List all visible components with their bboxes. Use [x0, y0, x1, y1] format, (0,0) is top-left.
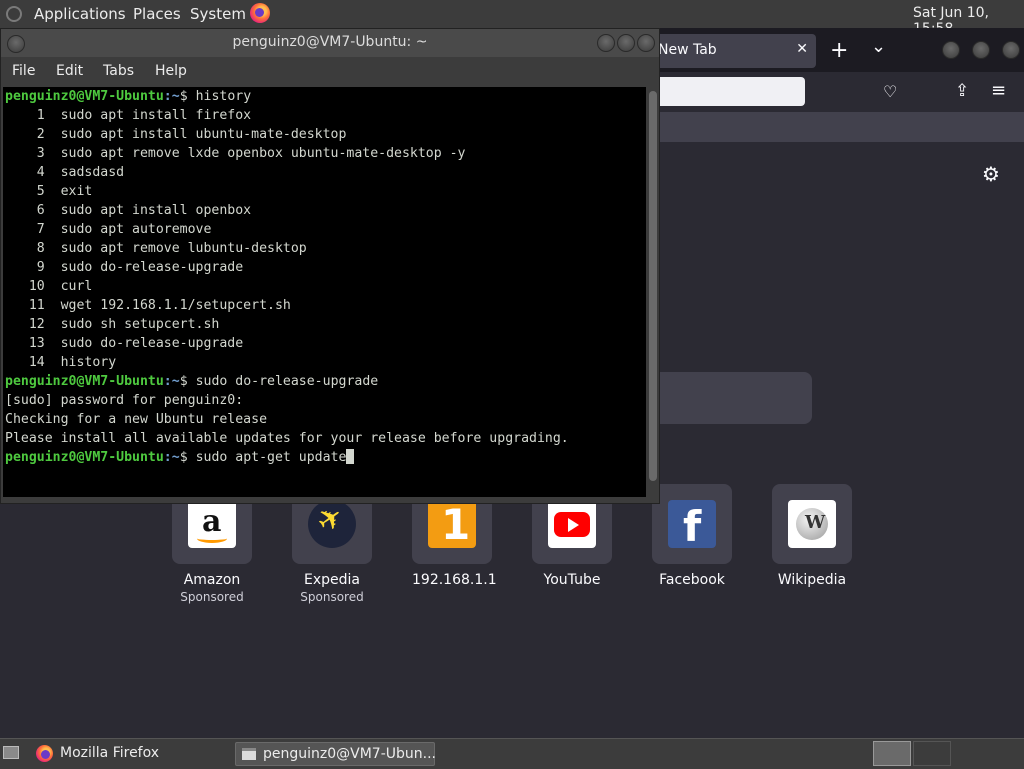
taskbar-terminal[interactable]: penguinz0@VM7-Ubun... [235, 742, 436, 766]
top-site-facebook[interactable]: f Facebook [652, 484, 732, 588]
taskbar-label: penguinz0@VM7-Ubun... [263, 746, 436, 762]
bottom-panel: Mozilla Firefox penguinz0@VM7-Ubun... [0, 738, 1024, 769]
top-site-wikipedia[interactable]: W Wikipedia [772, 484, 852, 588]
bookmarks-toolbar [650, 112, 1024, 142]
show-desktop-icon[interactable] [3, 746, 19, 759]
prompt-symbol: $ [179, 374, 188, 389]
prompt-symbol: $ [179, 450, 188, 465]
terminal-titlebar[interactable]: penguinz0@VM7-Ubuntu: ~ [1, 29, 659, 57]
places-menu[interactable]: Places [133, 5, 181, 23]
taskbar-label: Mozilla Firefox [60, 745, 160, 761]
prompt-path: :~ [163, 89, 180, 104]
output-line: [sudo] password for penguinz0: [5, 393, 244, 408]
prompt-path: :~ [163, 450, 180, 465]
scrollbar-thumb[interactable] [649, 91, 657, 481]
sponsored-label: Sponsored [180, 590, 244, 604]
sponsored-label: Sponsored [300, 590, 364, 604]
search-box[interactable] [650, 372, 812, 424]
tab-label: New Tab [658, 42, 717, 58]
pocket-icon[interactable]: ♡ [883, 82, 897, 101]
history-line: 4 sadsdasd [5, 165, 125, 180]
facebook-icon: f [668, 500, 716, 548]
terminal-title: penguinz0@VM7-Ubuntu: ~ [232, 34, 428, 50]
youtube-icon [548, 500, 596, 548]
url-bar[interactable] [650, 77, 805, 106]
text-cursor [346, 449, 355, 464]
prompt-user: penguinz0@VM7-Ubuntu [5, 374, 164, 389]
command-text: history [195, 89, 252, 104]
site-tile: f [652, 484, 732, 564]
prompt-path: :~ [163, 374, 180, 389]
site-name: Facebook [659, 572, 725, 588]
history-line: 14 history [5, 355, 117, 370]
workspace-switcher[interactable] [873, 741, 911, 766]
history-line: 13 sudo do-release-upgrade [5, 336, 244, 351]
minimize-icon[interactable] [942, 41, 960, 59]
history-line: 10 curl [5, 279, 93, 294]
taskbar-firefox[interactable]: Mozilla Firefox [34, 742, 224, 766]
terminal-menubar: File Edit Tabs Help [1, 57, 659, 87]
top-panel: Applications Places System Sat Jun 10, 1… [0, 0, 1024, 37]
prompt-line: penguinz0@VM7-Ubuntu:~$ history [3, 87, 646, 106]
history-line: 1 sudo apt install firefox [5, 108, 252, 123]
terminal-window[interactable]: penguinz0@VM7-Ubuntu: ~ File Edit Tabs H… [0, 28, 660, 504]
terminal-output[interactable]: penguinz0@VM7-Ubuntu:~$ history 1 sudo a… [3, 87, 646, 497]
prompt-symbol: $ [179, 89, 188, 104]
menu-file[interactable]: File [12, 63, 35, 79]
tab-list-icon[interactable]: ⌄ [871, 36, 886, 57]
history-line: 7 sudo apt autoremove [5, 222, 212, 237]
prompt-line: penguinz0@VM7-Ubuntu:~$ sudo do-release-… [3, 372, 646, 391]
expedia-icon: ✈ [308, 500, 356, 548]
tab-new-tab[interactable]: New Tab ✕ [650, 34, 816, 68]
firefox-launcher-icon[interactable] [250, 3, 270, 23]
history-line: 11 wget 192.168.1.1/setupcert.sh [5, 298, 291, 313]
menu-help[interactable]: Help [155, 63, 187, 79]
system-menu[interactable]: System [190, 5, 246, 23]
terminal-icon [242, 748, 256, 760]
site-name: Wikipedia [777, 572, 847, 588]
close-tab-icon[interactable]: ✕ [796, 41, 808, 57]
maximize-icon[interactable] [972, 41, 990, 59]
command-input[interactable]: sudo apt-get update [196, 450, 347, 465]
output-line: Checking for a new Ubuntu release [5, 412, 268, 427]
history-line: 9 sudo do-release-upgrade [5, 260, 244, 275]
history-line: 12 sudo sh setupcert.sh [5, 317, 220, 332]
applications-menu[interactable]: Applications [34, 5, 126, 23]
menu-tabs[interactable]: Tabs [103, 63, 134, 79]
close-window-icon[interactable] [637, 34, 655, 52]
number-one-icon: 1 [428, 500, 476, 548]
prompt-user: penguinz0@VM7-Ubuntu [5, 450, 164, 465]
settings-gear-icon[interactable]: ⚙ [982, 162, 1000, 186]
site-name: Expedia [304, 572, 360, 588]
menu-icon[interactable]: ≡ [991, 80, 1006, 101]
minimize-icon[interactable] [597, 34, 615, 52]
extensions-icon[interactable]: ⇪ [955, 81, 969, 101]
close-window-icon[interactable] [1002, 41, 1020, 59]
prompt-user: penguinz0@VM7-Ubuntu [5, 89, 164, 104]
output-line: Please install all available updates for… [5, 431, 569, 446]
site-name: 192.168.1.1 [412, 572, 497, 588]
history-line: 5 exit [5, 184, 93, 199]
history-line: 6 sudo apt install openbox [5, 203, 252, 218]
site-name: YouTube [543, 572, 601, 588]
firefox-icon [36, 745, 53, 762]
maximize-icon[interactable] [617, 34, 635, 52]
history-line: 3 sudo apt remove lxde openbox ubuntu-ma… [5, 146, 466, 161]
site-tile: W [772, 484, 852, 564]
prompt-line: penguinz0@VM7-Ubuntu:~$ sudo apt-get upd… [3, 448, 646, 467]
terminal-scrollbar[interactable] [647, 87, 659, 497]
wikipedia-icon: W [788, 500, 836, 548]
command-text: sudo do-release-upgrade [195, 374, 379, 389]
mate-logo-icon[interactable] [6, 6, 22, 22]
site-name: Amazon [183, 572, 241, 588]
history-line: 2 sudo apt install ubuntu-mate-desktop [5, 127, 347, 142]
amazon-icon: a [188, 500, 236, 548]
new-tab-button[interactable]: + [830, 38, 848, 63]
workspace-switcher-2[interactable] [913, 741, 951, 766]
menu-edit[interactable]: Edit [56, 63, 83, 79]
history-line: 8 sudo apt remove lubuntu-desktop [5, 241, 307, 256]
